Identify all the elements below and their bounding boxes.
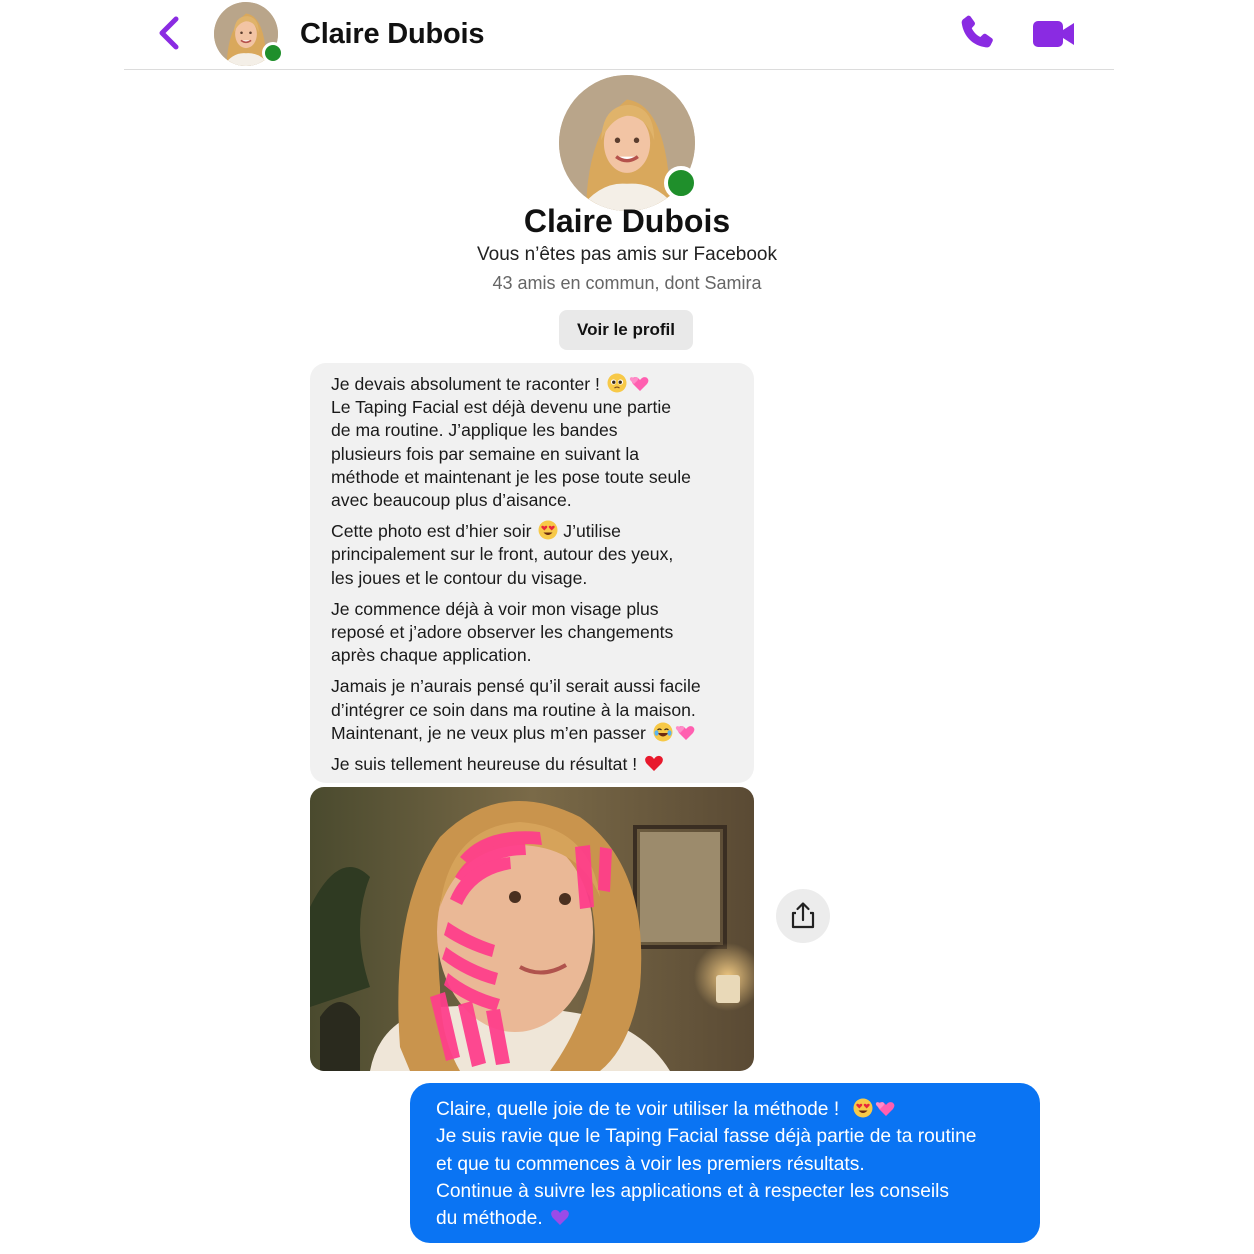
mutual-friends-text: 43 amis en commun, dont Samira (492, 273, 762, 293)
message-paragraph: Claire, quelle joie de te voir utiliser … (436, 1096, 1020, 1232)
back-arrow-icon[interactable] (154, 14, 184, 54)
online-status-indicator (664, 166, 698, 200)
message-line: méthode et maintenant je les pose toute … (331, 466, 691, 487)
message-line: après chaque application. (331, 645, 532, 666)
message-line: Le Taping Facial est déjà devenu une par… (331, 397, 672, 418)
message-line: Je suis tellement heureuse du résultat ! (331, 754, 638, 775)
friend-status-text: Vous n’êtes pas amis sur Facebook (477, 244, 777, 265)
message-line: et que tu commences à voir les premiers … (436, 1153, 865, 1175)
message-paragraph: Je devais absolument te raconter ! Le Ta… (331, 373, 736, 512)
message-line: plusieurs fois par semaine en suivant la (331, 443, 640, 464)
message-line: de ma routine. J’applique les bandes (331, 420, 618, 441)
message-line: Maintenant, je ne veux plus m’en passer (331, 722, 646, 743)
share-icon[interactable] (776, 889, 830, 943)
outgoing-message-bubble[interactable]: Claire, quelle joie de te voir utiliser … (410, 1083, 1040, 1243)
red-heart-emoji-icon (644, 753, 664, 773)
message-line: Cette photo est d’hier soir (331, 521, 532, 542)
message-paragraph: Jamais je n’aurais pensé qu’il serait au… (331, 675, 736, 745)
heart-eyes-emoji-icon (853, 1098, 873, 1118)
message-line: J’utilise (563, 521, 621, 542)
chat-header: Claire Dubois (124, 0, 1114, 70)
message-line: reposé et j’adore observer les changemen… (331, 622, 674, 643)
tears-of-joy-emoji-icon (653, 722, 673, 742)
message-line: Je suis ravie que le Taping Facial fasse… (436, 1126, 977, 1148)
view-profile-button[interactable]: Voir le profil (559, 310, 693, 350)
message-line: les joues et le contour du visage. (331, 567, 588, 588)
profile-name: Claire Dubois (523, 203, 731, 239)
message-paragraph: Cette photo est d’hier soir J’utilise pr… (331, 520, 736, 590)
message-paragraph: Je suis tellement heureuse du résultat ! (331, 753, 736, 776)
two-hearts-emoji-icon (629, 373, 649, 393)
message-line: Claire, quelle joie de te voir utiliser … (436, 1099, 840, 1120)
message-line: Continue à suivre les applications et à … (436, 1180, 950, 1202)
phone-icon[interactable] (956, 12, 998, 54)
photo-taped-face-icon (310, 787, 754, 1071)
video-camera-icon[interactable] (1030, 14, 1078, 54)
message-line: Je commence déjà à voir mon visage plus (331, 598, 659, 619)
message-line: principalement sur le front, autour des … (331, 544, 674, 565)
two-hearts-emoji-icon (875, 1098, 895, 1118)
purple-heart-emoji-icon (550, 1207, 570, 1227)
photo-attachment[interactable] (310, 787, 754, 1071)
message-line: Jamais je n’aurais pensé qu’il serait au… (331, 676, 701, 697)
two-hearts-emoji-icon (675, 722, 695, 742)
heart-eyes-emoji-icon (538, 520, 558, 540)
contact-name[interactable]: Claire Dubois (300, 18, 485, 51)
incoming-message-bubble[interactable]: Je devais absolument te raconter ! Le Ta… (310, 363, 754, 783)
message-line: avec beaucoup plus d’aisance. (331, 490, 572, 511)
pleading-face-emoji-icon (607, 373, 627, 393)
online-status-indicator (262, 42, 284, 64)
message-paragraph: Je commence déjà à voir mon visage plus … (331, 598, 736, 668)
message-line: du méthode. (436, 1208, 543, 1230)
message-line: Je devais absolument te raconter ! (331, 374, 600, 394)
message-line: d’intégrer ce soin dans ma routine à la … (331, 699, 696, 720)
